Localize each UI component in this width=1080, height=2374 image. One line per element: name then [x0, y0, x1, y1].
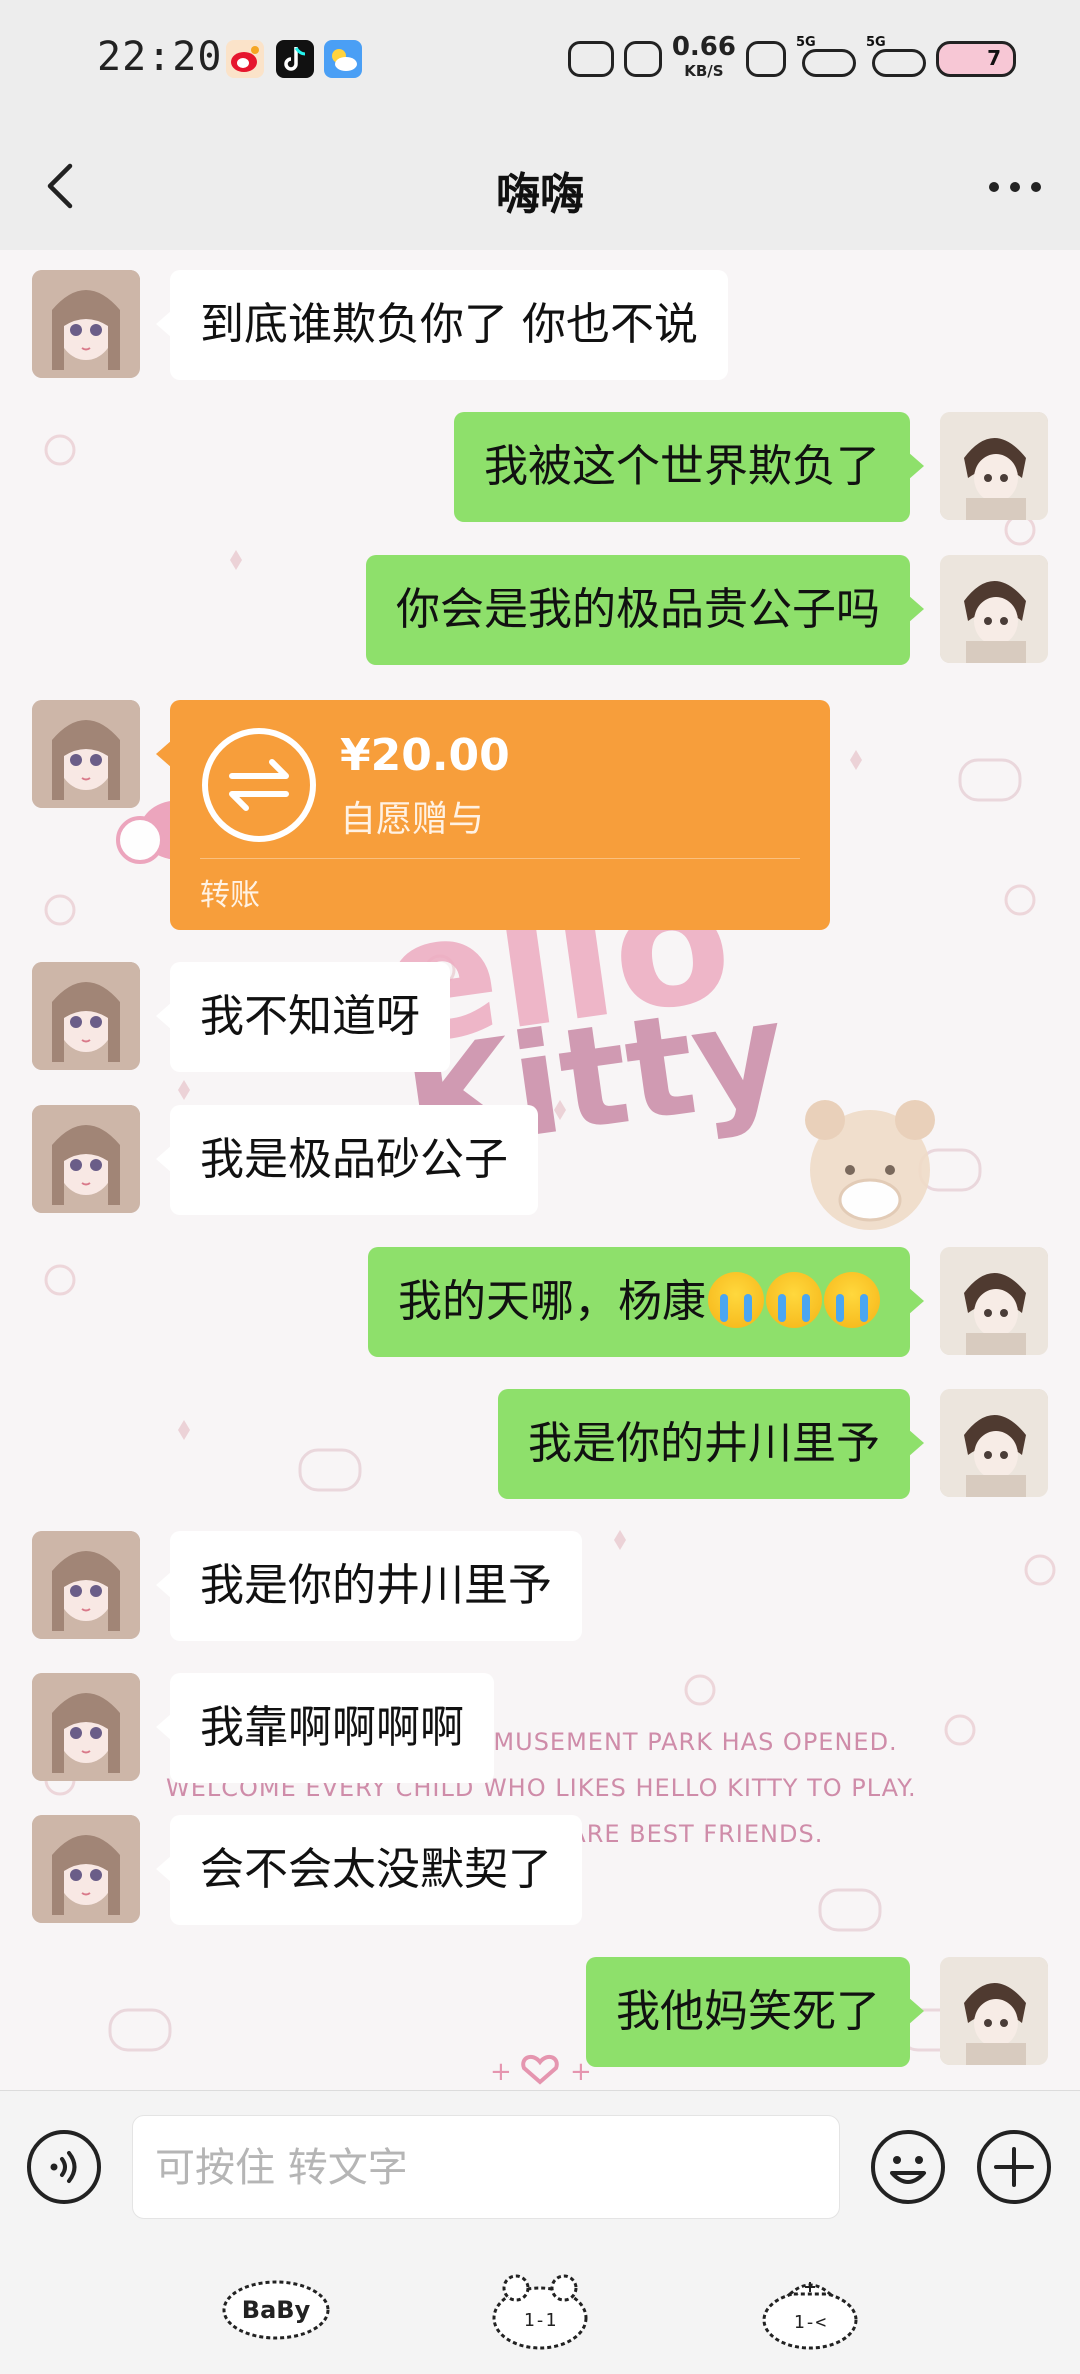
chat-title: 嗨嗨: [496, 169, 584, 220]
status-indicators: 0.66 KB/S 5G 5G 7: [567, 32, 1016, 84]
message-bubble-incoming[interactable]: 我靠啊啊啊啊: [156, 1673, 494, 1783]
weather-icon: [324, 40, 362, 78]
battery-icon: 7: [936, 41, 1016, 77]
signal-icon-1: 5G: [796, 35, 856, 77]
status-bar: 22:20 0.66 KB/S 5G 5G 7: [0, 0, 1080, 120]
bottom-navigation-bar: BaBy 1-1 1-<: [0, 2240, 1080, 2374]
message-bubble-outgoing[interactable]: 你会是我的极品贵公子吗: [366, 555, 924, 665]
my-avatar[interactable]: [940, 1389, 1048, 1497]
transfer-card[interactable]: ¥20.00 自愿赠与 转账: [156, 700, 830, 930]
contact-avatar[interactable]: [32, 1815, 140, 1923]
notification-icon: [623, 41, 662, 77]
transfer-amount: ¥20.00: [340, 730, 510, 781]
net-speed-unit: KB/S: [684, 62, 724, 80]
network-speed: 0.66 KB/S: [671, 32, 736, 83]
svg-text:+: +: [490, 2057, 512, 2087]
wifi-icon: [746, 41, 786, 77]
message-text: 我的天哪，杨康: [398, 1276, 706, 1327]
loudly-crying-emoji-icon: [766, 1272, 822, 1328]
battery-level: 7: [987, 46, 1001, 70]
frog-sticker-text: 1-1: [524, 2310, 557, 2331]
nurse-frog-sticker-text: 1-<: [794, 2312, 827, 2333]
emoji-icon[interactable]: [868, 2127, 948, 2207]
message-bubble-incoming[interactable]: 我不知道呀: [156, 962, 450, 1072]
message-bubble-incoming[interactable]: 会不会太没默契了: [156, 1815, 582, 1925]
contact-avatar[interactable]: [32, 270, 140, 378]
contact-avatar[interactable]: [32, 1105, 140, 1213]
loudly-crying-emoji-icon: [708, 1272, 764, 1328]
transfer-label: 转账: [200, 878, 260, 913]
transfer-divider: [200, 858, 800, 859]
signal-1-label: 5G: [796, 35, 816, 50]
vibrate-icon: [567, 41, 614, 77]
contact-avatar[interactable]: [32, 1673, 140, 1781]
message-bubble-outgoing[interactable]: 我他妈笑死了: [586, 1957, 924, 2067]
wallpaper-text-1: AMUSEMENT PARK HAS OPENED.: [476, 1728, 898, 1756]
message-bubble-outgoing[interactable]: 我的天哪，杨康: [368, 1247, 924, 1357]
message-text-input[interactable]: 可按住 转文字: [132, 2115, 840, 2219]
chat-message-list[interactable]: ello Kitty AMUSEMENT PARK HAS OPENED. WE…: [0, 250, 1080, 2090]
nurse-frog-sticker-icon[interactable]: 1-<: [750, 2264, 870, 2354]
weibo-icon: [226, 40, 264, 78]
message-input-bar: 可按住 转文字: [0, 2090, 1080, 2240]
voice-input-icon[interactable]: [24, 2127, 104, 2207]
message-bubble-incoming[interactable]: 到底谁欺负你了 你也不说: [156, 270, 728, 380]
net-speed-value: 0.66: [671, 32, 736, 62]
contact-avatar[interactable]: [32, 700, 140, 808]
message-bubble-outgoing[interactable]: 我是你的井川里予: [498, 1389, 924, 1499]
tiktok-icon: [276, 40, 314, 78]
message-bubble-incoming[interactable]: 我是你的井川里予: [156, 1531, 582, 1641]
contact-avatar[interactable]: [32, 962, 140, 1070]
my-avatar[interactable]: [940, 1957, 1048, 2065]
more-options-icon[interactable]: [980, 162, 1050, 212]
frog-sticker-icon[interactable]: 1-1: [480, 2264, 600, 2354]
my-avatar[interactable]: [940, 555, 1048, 663]
status-time: 22:20: [97, 34, 223, 80]
baby-sticker-icon[interactable]: BaBy: [216, 2264, 336, 2354]
signal-icon-2: 5G: [866, 35, 926, 77]
contact-avatar[interactable]: [32, 1531, 140, 1639]
signal-2-label: 5G: [866, 35, 886, 50]
message-bubble-outgoing[interactable]: 我被这个世界欺负了: [454, 412, 924, 522]
message-bubble-incoming[interactable]: 我是极品砂公子: [156, 1105, 538, 1215]
transfer-arrows-icon: [200, 726, 318, 844]
transfer-note: 自愿赠与: [340, 799, 485, 840]
my-avatar[interactable]: [940, 412, 1048, 520]
chat-header: 嗨嗨: [0, 120, 1080, 250]
my-avatar[interactable]: [940, 1247, 1048, 1355]
baby-sticker-text: BaBy: [242, 2296, 311, 2324]
loudly-crying-emoji-icon: [824, 1272, 880, 1328]
add-icon[interactable]: [974, 2127, 1054, 2207]
